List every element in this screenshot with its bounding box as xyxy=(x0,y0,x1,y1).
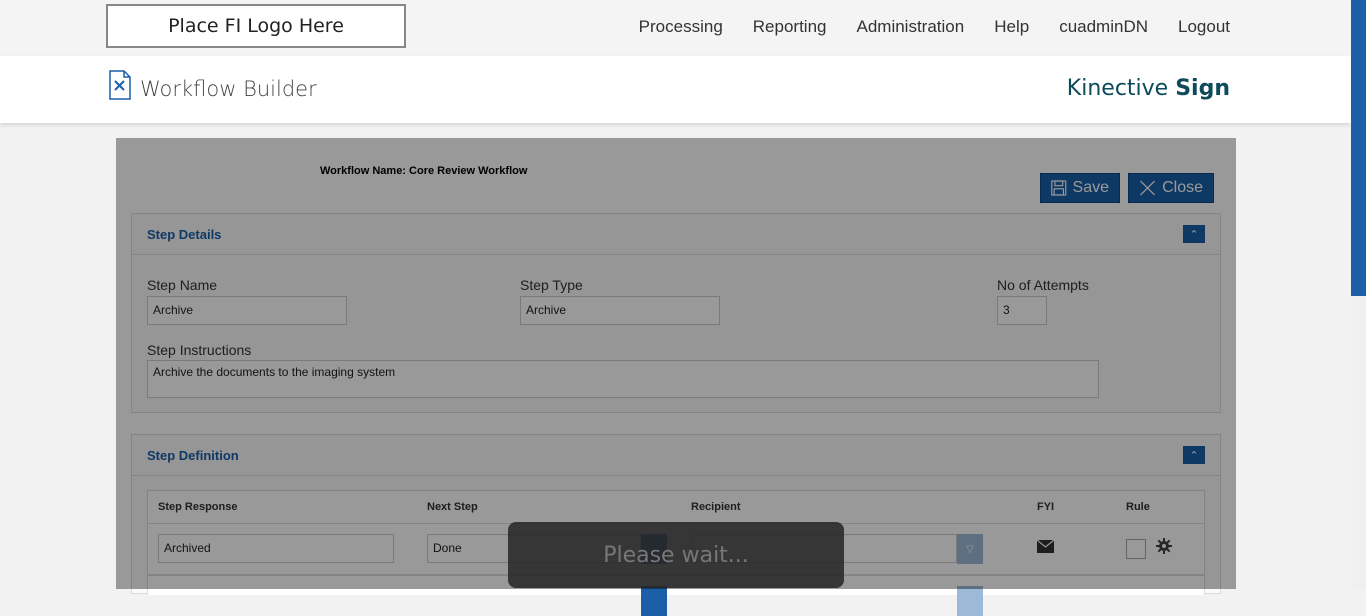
workflow-document-icon xyxy=(109,70,131,100)
nav-logout[interactable]: Logout xyxy=(1178,17,1230,37)
top-nav: Processing Reporting Administration Help… xyxy=(639,17,1230,37)
nav-processing[interactable]: Processing xyxy=(639,17,723,37)
page-header: Workflow Builder Kinective Sign xyxy=(0,56,1351,123)
nav-help[interactable]: Help xyxy=(994,17,1029,37)
fi-logo-placeholder: Place FI Logo Here xyxy=(106,4,406,48)
scrollbar-thumb[interactable] xyxy=(1351,0,1366,296)
recipient-dropdown-button[interactable] xyxy=(957,586,983,616)
page-scrollbar[interactable] xyxy=(1351,0,1366,589)
brand-logo: Kinective Sign xyxy=(1066,76,1230,101)
nav-reporting[interactable]: Reporting xyxy=(753,17,827,37)
top-bar: Place FI Logo Here Processing Reporting … xyxy=(0,0,1351,56)
nav-administration[interactable]: Administration xyxy=(857,17,965,37)
page-title: Workflow Builder xyxy=(140,77,317,101)
nav-user[interactable]: cuadminDN xyxy=(1059,17,1148,37)
please-wait-message: Please wait... xyxy=(508,522,844,588)
next-step-dropdown-button[interactable] xyxy=(641,586,667,616)
